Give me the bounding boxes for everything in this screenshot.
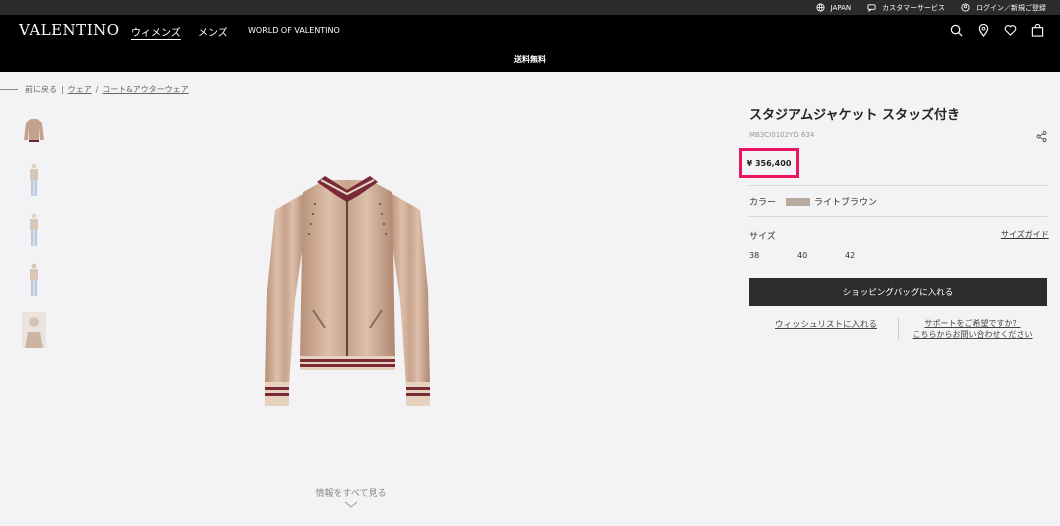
- heart-icon[interactable]: [1004, 24, 1017, 37]
- nav-men[interactable]: メンズ: [198, 24, 228, 39]
- breadcrumb-wear[interactable]: ウェア: [68, 84, 92, 95]
- login-link[interactable]: ログイン／新規ご登録: [961, 3, 1046, 13]
- product-main-image[interactable]: [255, 170, 440, 420]
- chat-icon: [867, 4, 876, 12]
- size-options: 38 40 42: [749, 251, 893, 260]
- add-to-wishlist-link[interactable]: ウィッシュリストに入れる: [775, 318, 877, 330]
- nav-women[interactable]: ウィメンズ: [131, 24, 181, 39]
- free-shipping-banner: 送料無料: [0, 47, 1060, 72]
- share-icon[interactable]: [1036, 131, 1047, 142]
- breadcrumb-slash: /: [95, 85, 99, 94]
- see-all-info-link[interactable]: 情報をすべて見る: [300, 486, 402, 499]
- breadcrumb-separator: |: [61, 85, 64, 94]
- back-link[interactable]: 前に戻る: [25, 84, 57, 95]
- color-label: カラー: [749, 198, 777, 208]
- breadcrumb-dash: [0, 89, 18, 90]
- support-line-2: こちらからお問い合わせください: [912, 330, 1033, 339]
- price-highlight: ¥ 356,400: [739, 148, 799, 178]
- country-label: JAPAN: [830, 3, 852, 12]
- breadcrumb: 前に戻る | ウェア / コート&アウターウェア: [0, 84, 189, 95]
- size-option-42[interactable]: 42: [845, 251, 893, 260]
- jacket-thumbnail-image: [24, 119, 44, 142]
- nav-world-of-valentino[interactable]: WORLD OF VALENTINO: [248, 26, 340, 35]
- size-label: サイズ: [749, 232, 776, 242]
- size-guide-link[interactable]: サイズガイド: [1001, 229, 1049, 240]
- model-side-thumbnail-image: [30, 213, 38, 246]
- divider: [898, 318, 899, 340]
- chevron-down-icon[interactable]: [344, 501, 358, 509]
- bomber-jacket-image: [265, 176, 430, 406]
- size-option-40[interactable]: 40: [797, 251, 845, 260]
- size-option-38[interactable]: 38: [749, 251, 797, 260]
- color-swatch[interactable]: [786, 197, 811, 206]
- support-link[interactable]: サポートをご希望ですか？ こちらからお問い合わせください: [905, 318, 1040, 340]
- detail-thumbnail-image: [22, 312, 46, 348]
- search-icon[interactable]: [950, 24, 963, 37]
- product-sku: MB3CI0102YD 634: [749, 131, 815, 139]
- model-thumbnail-image: [30, 163, 38, 196]
- product-title: スタジアムジャケット スタッズ付き: [749, 108, 960, 123]
- main-nav: VALENTINO ウィメンズ メンズ WORLD OF VALENTINO: [0, 15, 1060, 47]
- user-icon: [961, 3, 970, 12]
- color-row: カラー ライトブラウン: [749, 195, 877, 208]
- support-line-1: サポートをご希望ですか？: [924, 319, 1021, 328]
- color-name: ライトブラウン: [814, 198, 878, 208]
- shopping-bag-icon[interactable]: [1031, 24, 1044, 37]
- customer-service-label: カスタマーサービス: [882, 3, 945, 12]
- nav-icons: [950, 24, 1044, 37]
- customer-service-link[interactable]: カスタマーサービス: [867, 3, 945, 13]
- add-to-bag-button[interactable]: ショッピングバッグに入れる: [749, 278, 1047, 306]
- divider: [749, 216, 1047, 217]
- thumbnail-model-back[interactable]: [18, 261, 50, 299]
- thumbnail-model-front[interactable]: [18, 161, 50, 199]
- valentino-logo[interactable]: VALENTINO: [19, 21, 120, 39]
- login-label: ログイン／新規ご登録: [976, 3, 1046, 12]
- model-back-thumbnail-image: [30, 263, 38, 296]
- divider: [749, 185, 1047, 186]
- breadcrumb-coats[interactable]: コート&アウターウェア: [102, 84, 188, 95]
- utility-bar: JAPAN カスタマーサービス ログイン／新規ご登録: [0, 0, 1060, 15]
- store-locator-icon[interactable]: [977, 24, 990, 37]
- product-price: ¥ 356,400: [746, 158, 792, 168]
- thumbnail-detail[interactable]: [18, 311, 50, 349]
- country-selector[interactable]: JAPAN: [816, 3, 852, 12]
- thumbnail-list: [18, 111, 50, 349]
- thumbnail-front[interactable]: [18, 111, 50, 149]
- thumbnail-model-side[interactable]: [18, 211, 50, 249]
- globe-icon: [816, 3, 825, 12]
